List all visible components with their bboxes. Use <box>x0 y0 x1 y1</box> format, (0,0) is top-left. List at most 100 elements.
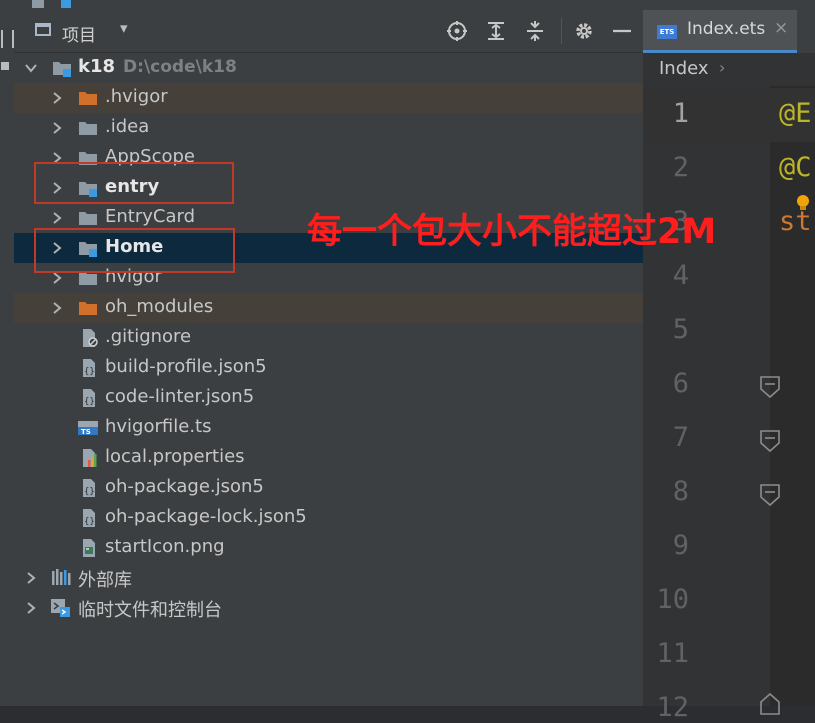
tree-item-label: oh-package-lock.json5 <box>105 506 307 527</box>
tree-item-label: .idea <box>105 116 150 137</box>
scratches-icon <box>51 599 70 617</box>
toolbar-divider <box>561 18 562 44</box>
line-number: 1 <box>672 98 689 129</box>
line-number: 2 <box>672 152 689 183</box>
gear-icon[interactable] <box>573 20 595 42</box>
line-number: 7 <box>672 422 689 453</box>
project-panel-header: 项目 ▾ <box>14 10 643 53</box>
tree-item-label: EntryCard <box>105 206 195 227</box>
line-number: 9 <box>672 530 689 561</box>
fold-marker-icon[interactable] <box>759 692 781 716</box>
tree-item-label: hvigorfile.ts <box>105 416 212 437</box>
view-selector-dropdown[interactable]: ▾ <box>120 19 128 37</box>
ets-file-icon: ETS <box>657 25 677 39</box>
chevron-right-icon[interactable] <box>50 301 64 315</box>
chevron-right-icon[interactable] <box>50 91 64 105</box>
tree-item-scratches-consoles[interactable]: 临时文件和控制台 <box>14 593 643 623</box>
fold-marker-icon[interactable] <box>759 429 781 453</box>
editor-pane: ETS Index.ets × Index › 1 2 3 4 5 6 7 8 9 10 11 12 … <box>643 10 815 723</box>
properties-file-icon <box>83 449 97 467</box>
annotation-text: 每一个包大小不能超过2M <box>307 212 717 252</box>
tree-item-build-profile[interactable]: {} build-profile.json5 <box>14 353 643 383</box>
locate-file-icon[interactable] <box>446 20 468 42</box>
project-window-icon <box>35 23 51 36</box>
editor-tab-bar: ETS Index.ets × <box>643 10 815 54</box>
breadcrumb-item-index[interactable]: Index <box>659 58 709 79</box>
tree-item-label: .hvigor <box>105 86 168 107</box>
code-line-1: @E <box>779 98 812 129</box>
tab-index-ets[interactable]: ETS Index.ets × <box>643 10 797 53</box>
code-line-3: st <box>779 206 812 237</box>
project-panel-title[interactable]: 项目 <box>62 21 96 46</box>
svg-text:TS: TS <box>81 428 91 436</box>
close-icon[interactable]: × <box>774 18 788 38</box>
chevron-down-icon[interactable] <box>24 61 38 75</box>
tree-item-local-properties[interactable]: local.properties <box>14 443 643 473</box>
svg-text:{}: {} <box>84 367 95 377</box>
library-icon <box>52 569 71 585</box>
highlight-box-entry <box>34 162 234 204</box>
root-path: D:\code\k18 <box>123 57 237 77</box>
line-number: 12 <box>656 692 689 723</box>
line-number: 4 <box>672 260 689 291</box>
breadcrumb: Index › <box>643 54 815 86</box>
typescript-file-icon: TS <box>78 421 98 436</box>
svg-text:{}: {} <box>84 397 95 407</box>
minimize-icon[interactable] <box>611 20 633 42</box>
tree-item-label: build-profile.json5 <box>105 356 267 377</box>
tree-item-idea[interactable]: .idea <box>14 113 643 143</box>
svg-text:{}: {} <box>84 517 95 527</box>
line-number: 11 <box>656 638 689 669</box>
tree-item-hvigorfile[interactable]: TS hvigorfile.ts <box>14 413 643 443</box>
chevron-right-icon[interactable] <box>24 601 38 615</box>
tree-item-label: 外部库 <box>78 570 132 591</box>
highlight-box-home <box>34 228 235 273</box>
chevron-right-icon[interactable] <box>50 211 64 225</box>
tree-item-code-linter[interactable]: {} code-linter.json5 <box>14 383 643 413</box>
tree-item-oh-modules[interactable]: oh_modules <box>14 293 643 323</box>
tree-item-label: .gitignore <box>105 326 192 347</box>
tree-item-oh-package-lock[interactable]: {} oh-package-lock.json5 <box>14 503 643 533</box>
fold-marker-icon[interactable] <box>759 375 781 399</box>
top-toolbar-strip <box>14 0 815 10</box>
structure-icon[interactable] <box>1 30 14 48</box>
line-number: 6 <box>672 368 689 399</box>
line-number: 5 <box>672 314 689 345</box>
image-file-icon <box>83 539 95 557</box>
fold-marker-icon[interactable] <box>759 483 781 507</box>
chevron-right-icon[interactable] <box>50 271 64 285</box>
tree-item-label: local.properties <box>105 446 245 467</box>
tree-item-label: startIcon.png <box>105 536 225 557</box>
root-name: k18 <box>78 56 116 77</box>
tree-root-k18[interactable]: k18 D:\code\k18 <box>14 53 643 83</box>
folder-icon <box>32 0 44 8</box>
json-file-icon: {} <box>83 509 95 527</box>
tree-item-label: 临时文件和控制台 <box>78 600 222 621</box>
tree-item-label: oh-package.json5 <box>105 476 264 497</box>
svg-text:{}: {} <box>84 487 95 497</box>
bookmark-icon[interactable] <box>1 62 9 70</box>
folder-icon <box>79 212 97 225</box>
excluded-folder-icon <box>79 302 97 315</box>
json-file-icon: {} <box>83 479 95 497</box>
expand-all-icon[interactable] <box>485 20 507 42</box>
tree-item-external-libraries[interactable]: 外部库 <box>14 563 643 593</box>
tab-label: Index.ets <box>687 19 766 39</box>
tree-item-oh-package[interactable]: {} oh-package.json5 <box>14 473 643 503</box>
chevron-right-icon[interactable] <box>24 571 38 585</box>
collapse-all-icon[interactable] <box>524 20 546 42</box>
chevron-right-icon[interactable] <box>50 121 64 135</box>
module-folder-icon <box>53 62 71 77</box>
tree-item-starticon[interactable]: startIcon.png <box>14 533 643 563</box>
folder-icon <box>79 122 97 135</box>
breadcrumb-separator: › <box>719 58 726 77</box>
code-line-2: @C <box>779 152 812 183</box>
line-number: 10 <box>656 584 689 615</box>
project-tool-window: 项目 ▾ k18 D:\code\k18 .hvigor .idea AppSc… <box>14 10 643 706</box>
tree-item-label: code-linter.json5 <box>105 386 255 407</box>
excluded-folder-icon <box>79 92 97 105</box>
line-number: 8 <box>672 476 689 507</box>
module-icon <box>61 0 71 8</box>
tree-item-gitignore[interactable]: .gitignore <box>14 323 643 353</box>
tree-item-hvigor-dir[interactable]: .hvigor <box>14 83 643 113</box>
